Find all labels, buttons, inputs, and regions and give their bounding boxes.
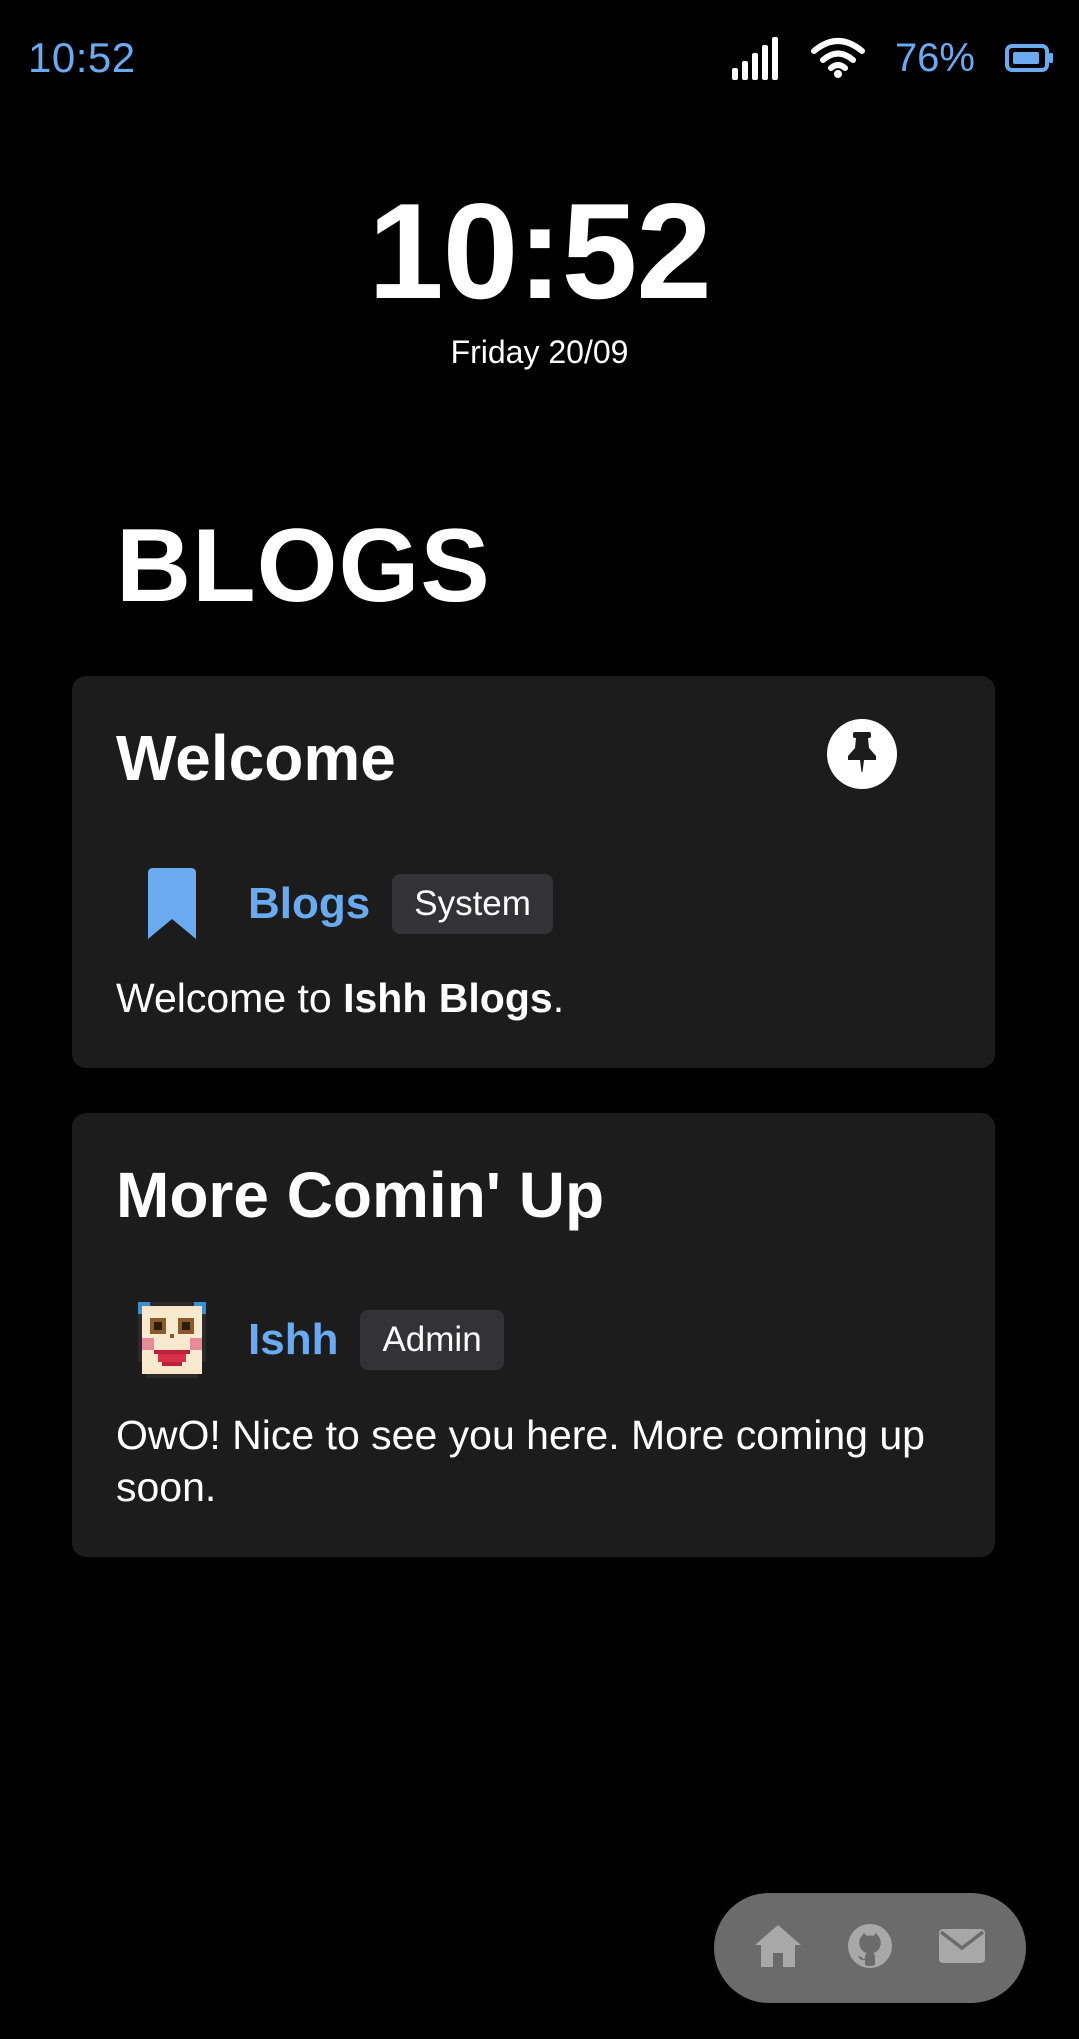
post-author-name[interactable]: Blogs — [248, 879, 370, 929]
post-author-row: Ishh Admin — [116, 1298, 504, 1382]
clown-face-avatar — [116, 1298, 228, 1382]
role-badge: Admin — [360, 1310, 504, 1370]
status-bar-right: 76% — [731, 32, 1055, 84]
bookmark-icon — [116, 862, 228, 946]
nav-home-button[interactable] — [742, 1912, 814, 1984]
post-card-more-comin-up[interactable]: More Comin' Up Ishh Admin OwO! Nice to s… — [72, 1113, 995, 1557]
pin-icon — [842, 730, 882, 779]
github-icon — [847, 1923, 893, 1974]
pin-button[interactable] — [827, 719, 897, 789]
battery-percent: 76% — [894, 35, 975, 80]
post-card-welcome[interactable]: Welcome Blogs System Welcome to Ishh Blo… — [72, 676, 995, 1068]
bottom-nav — [714, 1893, 1026, 2003]
post-body-bold: Ishh Blogs — [343, 975, 553, 1021]
lock-clock-date: Friday 20/09 — [450, 334, 629, 370]
role-badge: System — [392, 874, 553, 934]
post-body-suffix: . — [552, 975, 565, 1021]
post-author-name[interactable]: Ishh — [248, 1315, 338, 1365]
nav-mail-button[interactable] — [926, 1912, 998, 1984]
lock-clock-time: 10:52 — [368, 175, 712, 327]
post-body: OwO! Nice to see you here. More coming u… — [116, 1412, 925, 1510]
wifi-icon — [810, 37, 865, 79]
mail-icon — [938, 1928, 986, 1969]
page-title: BLOGS — [116, 508, 491, 624]
post-author-row: Blogs System — [116, 862, 553, 946]
battery-icon — [1005, 43, 1055, 73]
home-icon — [753, 1923, 803, 1974]
lock-screen: 10:52 76% 10:52 Friday 20/09 BLOGS Welco… — [0, 0, 1079, 2039]
post-body-text: Welcome to — [116, 975, 344, 1021]
nav-github-button[interactable] — [834, 1912, 906, 1984]
post-body: Welcome to Ishh Blogs. — [116, 972, 935, 1024]
status-bar-time: 10:52 — [28, 34, 136, 81]
post-title: Welcome — [116, 722, 396, 794]
signal-icon — [731, 36, 781, 80]
post-title: More Comin' Up — [116, 1159, 605, 1231]
